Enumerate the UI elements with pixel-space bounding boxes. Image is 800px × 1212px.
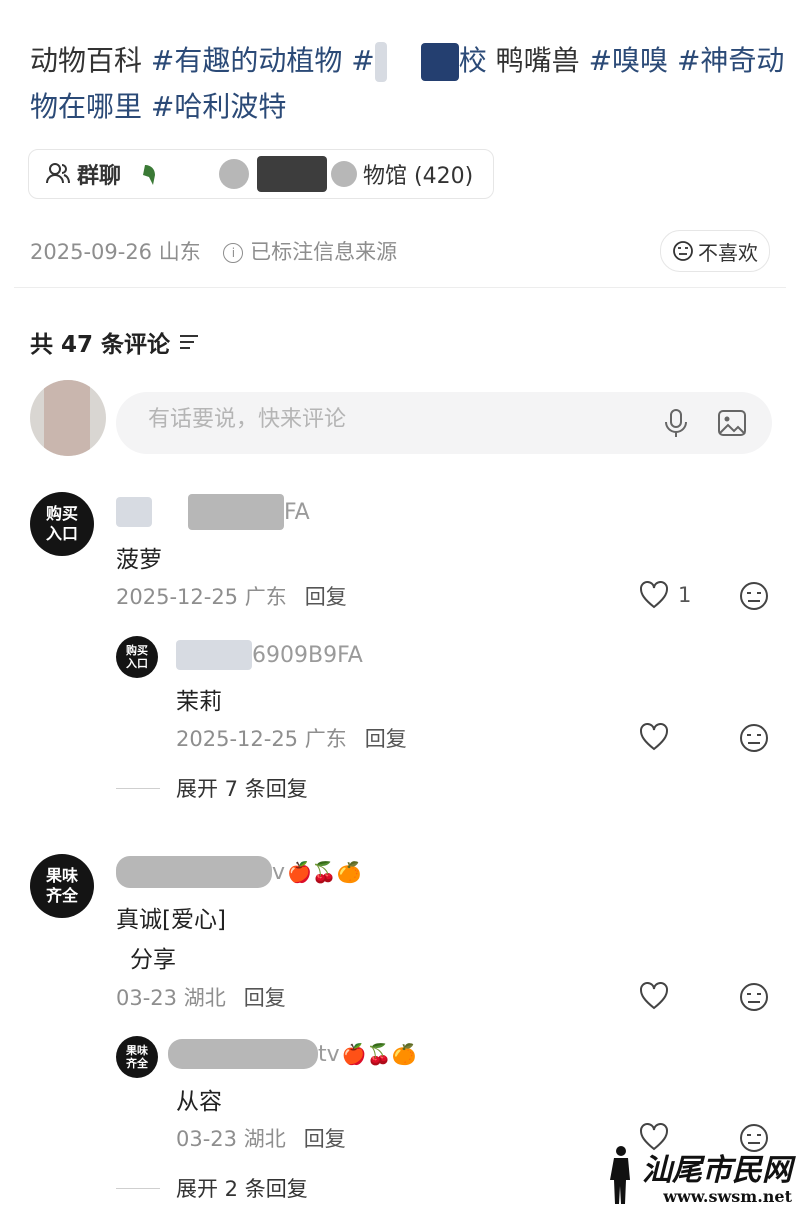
neutral-face-icon[interactable] xyxy=(738,580,770,612)
expand-replies[interactable]: 展开 2 条回复 xyxy=(116,1173,308,1203)
redacted-block xyxy=(168,1039,318,1069)
username-tail: 6909B9FA xyxy=(252,642,363,668)
redacted-block xyxy=(116,856,272,888)
reply-avatar[interactable]: 果味 齐全 xyxy=(116,1036,158,1078)
avatar-text: 购买 入口 xyxy=(45,504,78,543)
site-watermark: 汕尾市民网 www.swsm.net xyxy=(606,1144,792,1206)
fruit-emojis: 🍎🍒🍊 xyxy=(287,860,362,884)
expand-replies[interactable]: 展开 7 条回复 xyxy=(116,773,308,803)
reply-text: 从容 xyxy=(176,1089,222,1115)
comment-avatar[interactable]: 购买 入口 xyxy=(30,492,94,556)
comments-count-label: 共 47 条评论 xyxy=(30,332,171,358)
hashtag-link[interactable]: #有趣的动植物 xyxy=(151,44,342,77)
expand-line xyxy=(116,1187,160,1189)
comment-text-line2: 分享 xyxy=(130,947,176,973)
heart-icon[interactable] xyxy=(638,722,670,752)
comment-meta: 2025-12-25 广东 回复 xyxy=(116,581,347,611)
post-tags: 动物百科 #有趣的动植物 # 校 鸭嘴兽 #嗅嗅 #神奇动物在哪里 #哈利波特 xyxy=(30,38,790,130)
reply-date-location: 03-23 湖北 xyxy=(176,1127,286,1151)
like-count: 1 xyxy=(678,583,692,607)
redacted-block xyxy=(257,156,328,192)
comment-text-line1: 真诚[爱心] xyxy=(116,907,226,933)
hashtag-link[interactable]: #嗅嗅 xyxy=(589,44,668,77)
like-button[interactable]: 1 xyxy=(638,580,691,610)
hashtag-link-redacted[interactable]: # xyxy=(342,44,374,77)
neutral-face-icon[interactable] xyxy=(738,722,770,754)
reply-username[interactable]: tv 🍎🍒🍊 xyxy=(168,1039,416,1069)
redacted-avatar xyxy=(331,161,358,187)
group-name: 物馆 (420) xyxy=(363,164,474,189)
group-avatar-icon xyxy=(141,161,163,187)
reply-meta: 2025-12-25 广东 回复 xyxy=(176,723,407,753)
neutral-face-icon[interactable] xyxy=(738,981,770,1013)
reply-button[interactable]: 回复 xyxy=(244,986,286,1010)
redacted-avatar xyxy=(219,159,250,189)
watermark-url: www.swsm.net xyxy=(663,1187,792,1206)
source-note[interactable]: 已标注信息来源 xyxy=(250,240,397,264)
post-meta: 2025-09-26 山东 i 已标注信息来源 xyxy=(30,236,397,266)
my-avatar xyxy=(30,380,106,456)
info-icon: i xyxy=(223,243,244,263)
fruit-emojis: 🍎🍒🍊 xyxy=(341,1042,417,1066)
hashtag-link-tail[interactable]: 校 xyxy=(459,44,487,77)
divider xyxy=(14,287,786,288)
heart-icon[interactable] xyxy=(638,981,670,1011)
group-chat-icon xyxy=(46,163,70,184)
reply-avatar[interactable]: 购买 入口 xyxy=(116,636,158,678)
avatar-text: 果味 齐全 xyxy=(126,1044,148,1070)
comment-input[interactable] xyxy=(146,406,630,433)
comment-date-location: 03-23 湖北 xyxy=(116,986,226,1010)
sort-icon[interactable] xyxy=(178,332,200,352)
comments-count: 共 47 条评论 xyxy=(30,325,200,359)
avatar-text: 购买 入口 xyxy=(126,644,148,670)
comment-text: 菠萝 xyxy=(116,547,162,573)
reply-button[interactable]: 回复 xyxy=(305,585,347,609)
microphone-icon[interactable] xyxy=(660,407,692,439)
reply-date-location: 2025-12-25 广东 xyxy=(176,727,347,751)
heart-icon xyxy=(640,581,668,609)
redacted-block xyxy=(374,42,387,82)
hashtag-link[interactable]: #哈利波特 xyxy=(151,90,286,123)
watermark-title: 汕尾市民网 xyxy=(642,1153,792,1188)
redacted-block xyxy=(420,43,459,81)
group-chat-label: 群聊 xyxy=(77,164,122,189)
image-icon[interactable] xyxy=(716,407,748,439)
redacted-block xyxy=(188,494,284,530)
expand-line xyxy=(116,787,160,789)
dislike-label: 不喜欢 xyxy=(698,240,758,265)
username-tail: v xyxy=(272,859,286,885)
reply-meta: 03-23 湖北 回复 xyxy=(176,1123,346,1153)
redacted-block xyxy=(116,497,152,527)
reply-button[interactable]: 回复 xyxy=(365,727,407,751)
group-chat-chip[interactable]: 群聊 物馆 (420) xyxy=(28,149,494,199)
silhouette-icon xyxy=(610,1146,630,1204)
post-date-location: 2025-09-26 山东 xyxy=(30,240,201,264)
comment-meta: 03-23 湖北 回复 xyxy=(116,982,286,1012)
reply-username[interactable]: 6909B9FA xyxy=(176,640,363,670)
username-tail: tv xyxy=(318,1041,340,1067)
comment-username[interactable]: FA xyxy=(116,494,310,530)
comment-input-box[interactable] xyxy=(116,392,772,454)
expand-label: 展开 7 条回复 xyxy=(176,777,308,801)
reply-text: 茉莉 xyxy=(176,689,222,715)
comment-username[interactable]: v 🍎🍒🍊 xyxy=(116,856,362,888)
post-text-prefix: 动物百科 xyxy=(30,44,151,77)
reply-button[interactable]: 回复 xyxy=(304,1127,346,1151)
comment-avatar[interactable]: 果味 齐全 xyxy=(30,854,94,918)
username-tail: FA xyxy=(284,499,310,525)
post-text-middle: 鸭嘴兽 xyxy=(486,44,589,77)
comment-date-location: 2025-12-25 广东 xyxy=(116,585,287,609)
redacted-block xyxy=(176,640,252,670)
dislike-button[interactable]: 不喜欢 xyxy=(660,230,770,272)
avatar-text: 果味 齐全 xyxy=(45,866,78,905)
neutral-face-icon xyxy=(673,241,693,261)
expand-label: 展开 2 条回复 xyxy=(176,1177,308,1201)
